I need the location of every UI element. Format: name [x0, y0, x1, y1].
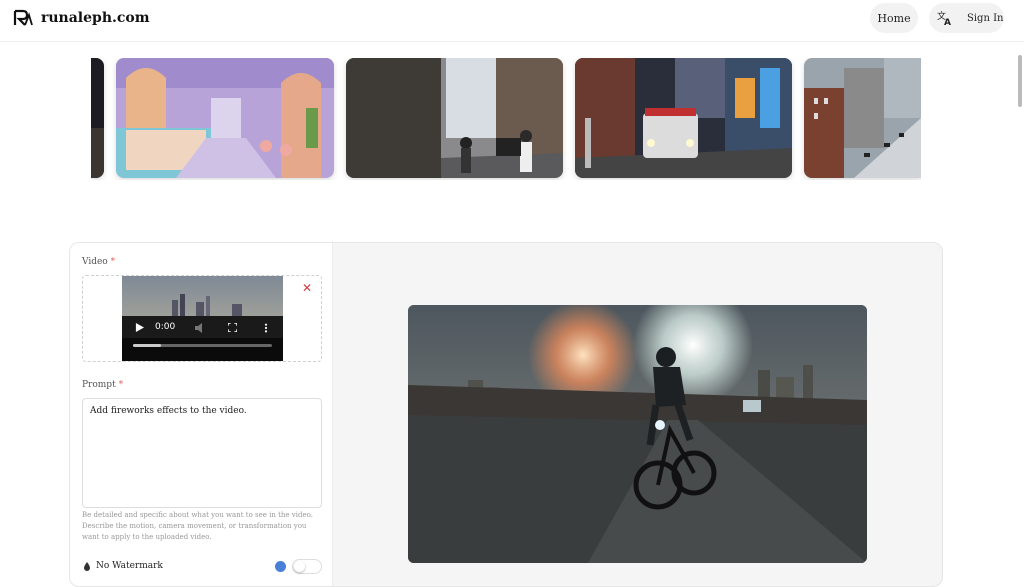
- no-watermark-label: No Watermark: [96, 561, 163, 571]
- fullscreen-icon[interactable]: [228, 323, 237, 332]
- remove-video-icon[interactable]: ✕: [301, 282, 313, 294]
- drop-icon: [84, 562, 90, 571]
- example-carousel: [91, 58, 921, 180]
- svg-text:A: A: [944, 18, 951, 26]
- premium-badge-icon: [275, 561, 286, 572]
- site-name[interactable]: runaleph.com: [41, 10, 150, 26]
- output-video-preview[interactable]: [408, 305, 867, 563]
- video-progress-fill: [133, 344, 161, 347]
- video-progress-track[interactable]: [133, 344, 272, 347]
- input-column: Video * 0:00 ✕ Prompt * Add fireworks ef…: [70, 243, 333, 586]
- page-scrollbar[interactable]: [1018, 55, 1022, 107]
- prompt-help-text: Be detailed and specific about what you …: [82, 511, 313, 541]
- volume-icon[interactable]: [195, 323, 205, 333]
- prompt-text: Add fireworks effects to the video.: [90, 406, 247, 416]
- sign-in-button[interactable]: 文 A Sign In: [929, 3, 1004, 33]
- no-watermark-toggle[interactable]: [292, 559, 322, 574]
- home-button[interactable]: Home: [870, 3, 918, 33]
- carousel-thumb[interactable]: [91, 58, 104, 178]
- carousel-thumb[interactable]: [346, 58, 563, 178]
- carousel-thumb[interactable]: [575, 58, 792, 178]
- generator-panel: Video * 0:00 ✕ Prompt * Add fireworks ef…: [69, 242, 943, 587]
- logo-icon[interactable]: [13, 9, 33, 27]
- play-icon[interactable]: [135, 323, 144, 332]
- video-time: 0:00: [155, 322, 176, 332]
- top-bar: runaleph.com Home 文 A Sign In: [0, 0, 1024, 42]
- sign-in-label: Sign In: [967, 12, 1004, 24]
- toggle-knob: [294, 561, 305, 572]
- prompt-label: Prompt *: [82, 380, 124, 390]
- required-mark: *: [110, 257, 116, 267]
- carousel-thumb[interactable]: [116, 58, 334, 178]
- video-player[interactable]: 0:00: [122, 276, 283, 361]
- required-mark: *: [118, 380, 124, 390]
- more-icon[interactable]: [264, 323, 268, 333]
- home-button-label: Home: [877, 11, 911, 25]
- translate-icon: 文 A: [937, 10, 951, 26]
- video-label: Video *: [82, 257, 116, 267]
- prompt-textarea[interactable]: Add fireworks effects to the video.: [82, 398, 322, 508]
- video-upload[interactable]: 0:00 ✕: [82, 275, 322, 362]
- carousel-thumb[interactable]: [804, 58, 921, 178]
- no-watermark-row: No Watermark: [82, 559, 322, 575]
